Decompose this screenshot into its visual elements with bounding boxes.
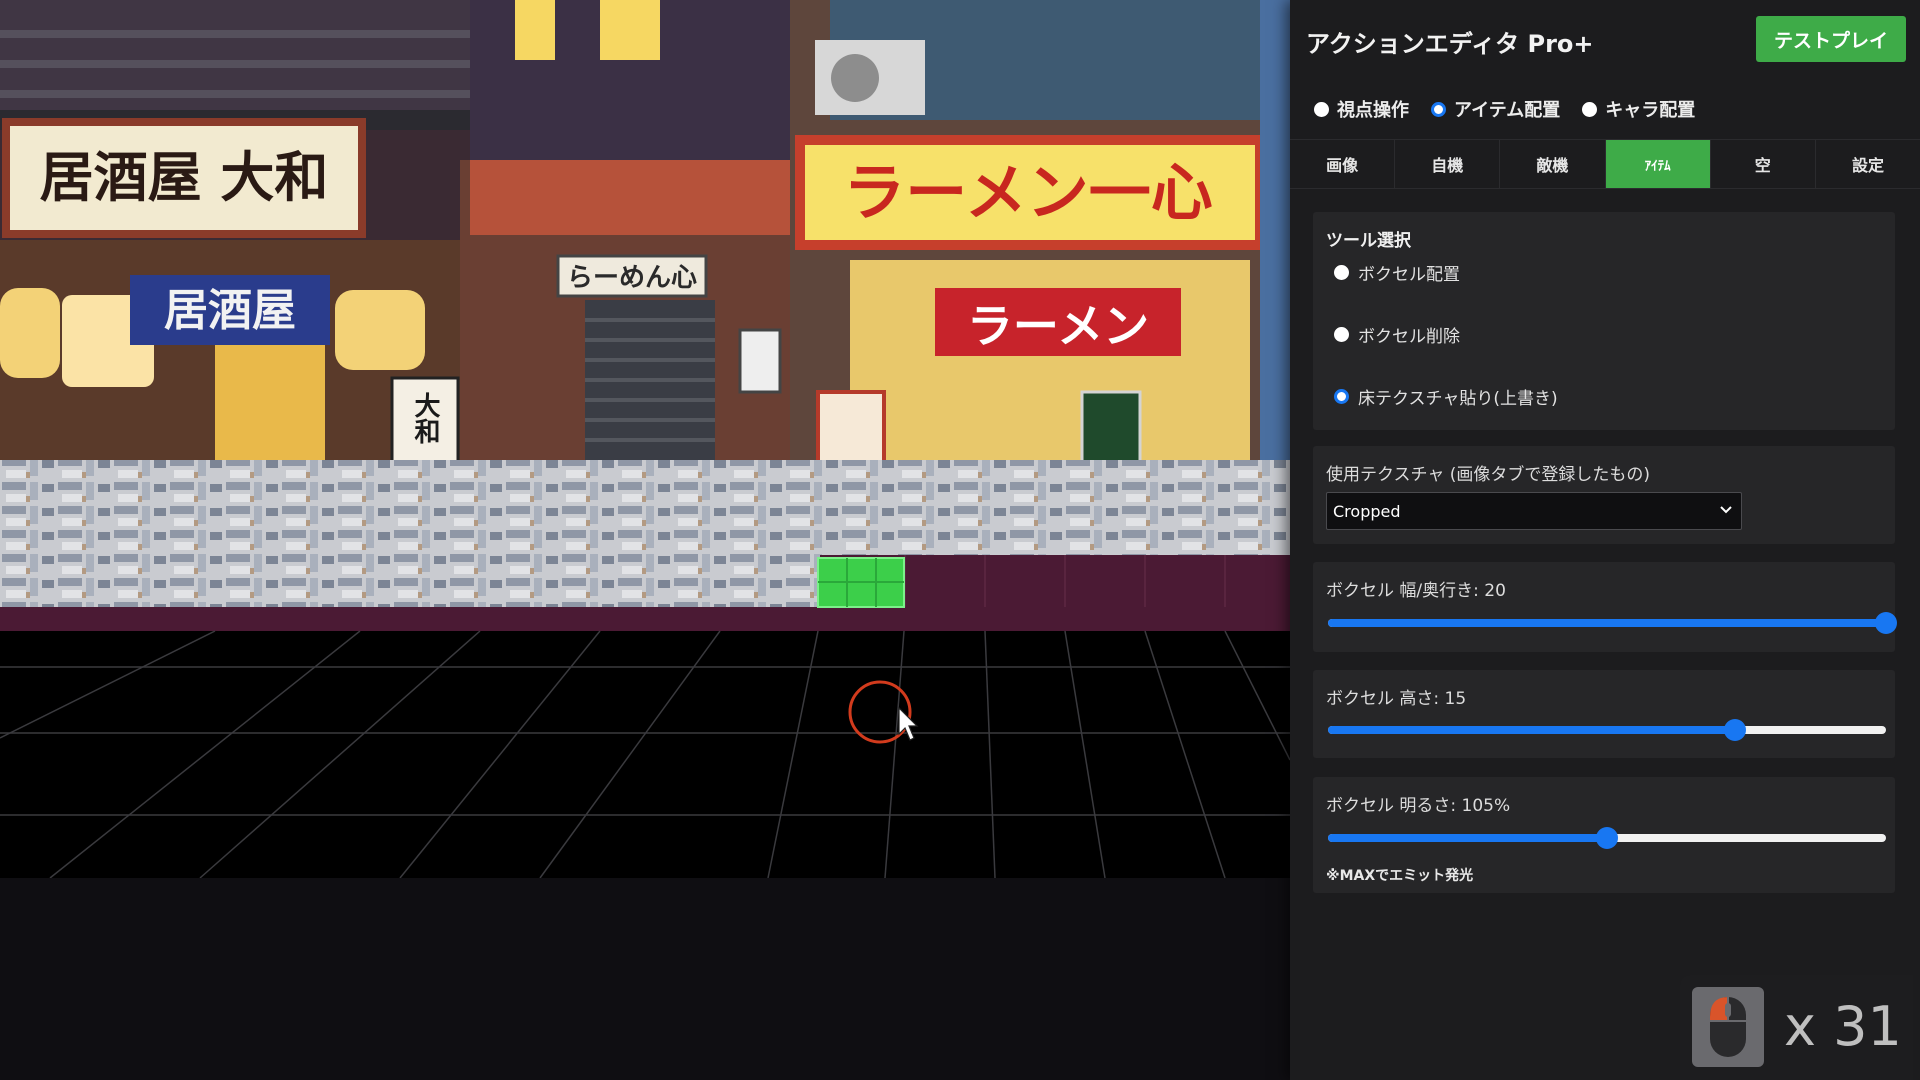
mode-character-placement[interactable]: キャラ配置 — [1582, 96, 1695, 122]
editor-panel: アクションエディタ Pro+ テストプレイ 視点操作 アイテム配置 キャラ配置 … — [1290, 0, 1920, 1080]
mode-item-placement[interactable]: アイテム配置 — [1431, 96, 1560, 122]
slider-thumb[interactable] — [1875, 612, 1897, 634]
mode-view-control[interactable]: 視点操作 — [1314, 96, 1409, 122]
voxel-height-card: ボクセル 高さ: 15 — [1313, 670, 1895, 758]
street-backdrop — [0, 0, 1290, 470]
radio-icon[interactable] — [1314, 101, 1329, 117]
tab-enemy[interactable]: 敵機 — [1500, 140, 1606, 188]
radio-selected-icon[interactable] — [1334, 389, 1349, 404]
slider-fill — [1328, 619, 1886, 627]
sign-izakaya: 居酒屋 — [164, 285, 296, 336]
slider-thumb[interactable] — [1724, 719, 1747, 741]
tab-sky[interactable]: 空 — [1711, 140, 1816, 188]
sign-ramen-isshin: ラーメン一心 — [843, 156, 1213, 229]
texture-card: 使用テクスチャ (画像タブで登録したもの) Cropped — [1313, 446, 1895, 544]
click-counter: x 31 — [1680, 975, 1913, 1080]
test-play-button[interactable]: テストプレイ — [1756, 16, 1906, 62]
scene-canvas[interactable]: 居酒屋 大和 居酒屋 大和 らーめん心 ラーメン一心 ラーメン — [0, 0, 1290, 1080]
emit-note: ※MAXでエミット発光 — [1326, 868, 1474, 884]
sign-yamato: 大和 — [410, 392, 440, 444]
mode-label: アイテム配置 — [1454, 100, 1561, 121]
voxel-height-slider[interactable] — [1328, 718, 1886, 742]
slider-thumb[interactable] — [1596, 827, 1618, 849]
voxel-width-card: ボクセル 幅/奥行き: 20 — [1313, 562, 1897, 652]
tool-voxel-delete[interactable]: ボクセル削除 — [1334, 322, 1460, 347]
game-viewport[interactable]: 居酒屋 大和 居酒屋 大和 らーめん心 ラーメン一心 ラーメン — [0, 0, 1290, 1080]
tool-label: ボクセル削除 — [1358, 327, 1460, 347]
voxel-floor-front-row — [0, 555, 820, 607]
radio-selected-icon[interactable] — [1431, 101, 1446, 117]
app-title: アクションエディタ Pro+ — [1306, 30, 1594, 58]
tool-voxel-place[interactable]: ボクセル配置 — [1334, 260, 1460, 285]
sign-ramen-banner: ラーメン — [967, 299, 1149, 353]
voxel-floor-side — [0, 607, 1290, 631]
tool-floor-texture[interactable]: 床テクスチャ貼り(上書き) — [1334, 384, 1558, 409]
voxel-floor-top — [0, 460, 1290, 555]
sign-ramen-small: らーめん心 — [567, 263, 697, 293]
panel-header: アクションエディタ Pro+ テストプレイ — [1290, 0, 1920, 78]
slider-fill — [1328, 726, 1736, 734]
mode-label: 視点操作 — [1337, 100, 1409, 121]
tool-select-card: ツール選択 ボクセル配置 ボクセル削除 床テクスチャ貼り(上書き) — [1313, 212, 1895, 430]
mode-label: キャラ配置 — [1605, 100, 1696, 121]
mode-selector: 視点操作 アイテム配置 キャラ配置 — [1314, 94, 1695, 124]
tool-select-title: ツール選択 — [1326, 231, 1411, 251]
chevron-down-icon — [1720, 506, 1732, 514]
mouse-icon — [1692, 987, 1764, 1067]
voxel-brightness-label: ボクセル 明るさ: 105% — [1326, 796, 1511, 816]
texture-select-value: Cropped — [1333, 501, 1401, 521]
tab-settings[interactable]: 設定 — [1816, 140, 1920, 188]
ground-grid — [0, 631, 1290, 878]
radio-icon[interactable] — [1334, 265, 1349, 280]
voxel-width-slider[interactable] — [1328, 611, 1897, 635]
click-count: x 31 — [1784, 995, 1902, 1058]
radio-icon[interactable] — [1582, 101, 1598, 117]
voxel-width-label: ボクセル 幅/奥行き: 20 — [1326, 581, 1506, 601]
tab-image[interactable]: 画像 — [1290, 140, 1396, 188]
tool-label: 床テクスチャ貼り(上書き) — [1358, 389, 1558, 409]
texture-label: 使用テクスチャ (画像タブで登録したもの) — [1326, 465, 1650, 485]
voxel-brightness-card: ボクセル 明るさ: 105% ※MAXでエミット発光 — [1313, 777, 1895, 893]
sign-izakaya-yamato: 居酒屋 大和 — [40, 146, 329, 209]
tab-player[interactable]: 自機 — [1395, 140, 1501, 188]
voxel-height-label: ボクセル 高さ: 15 — [1326, 689, 1467, 709]
texture-select[interactable]: Cropped — [1326, 492, 1742, 530]
category-tabs: 画像 自機 敵機 ｱｲﾃﾑ 空 設定 — [1290, 139, 1920, 189]
tool-label: ボクセル配置 — [1358, 265, 1460, 285]
tab-item[interactable]: ｱｲﾃﾑ — [1605, 140, 1711, 188]
slider-fill — [1328, 834, 1607, 842]
radio-icon[interactable] — [1334, 327, 1349, 342]
voxel-brightness-slider[interactable] — [1328, 826, 1886, 850]
